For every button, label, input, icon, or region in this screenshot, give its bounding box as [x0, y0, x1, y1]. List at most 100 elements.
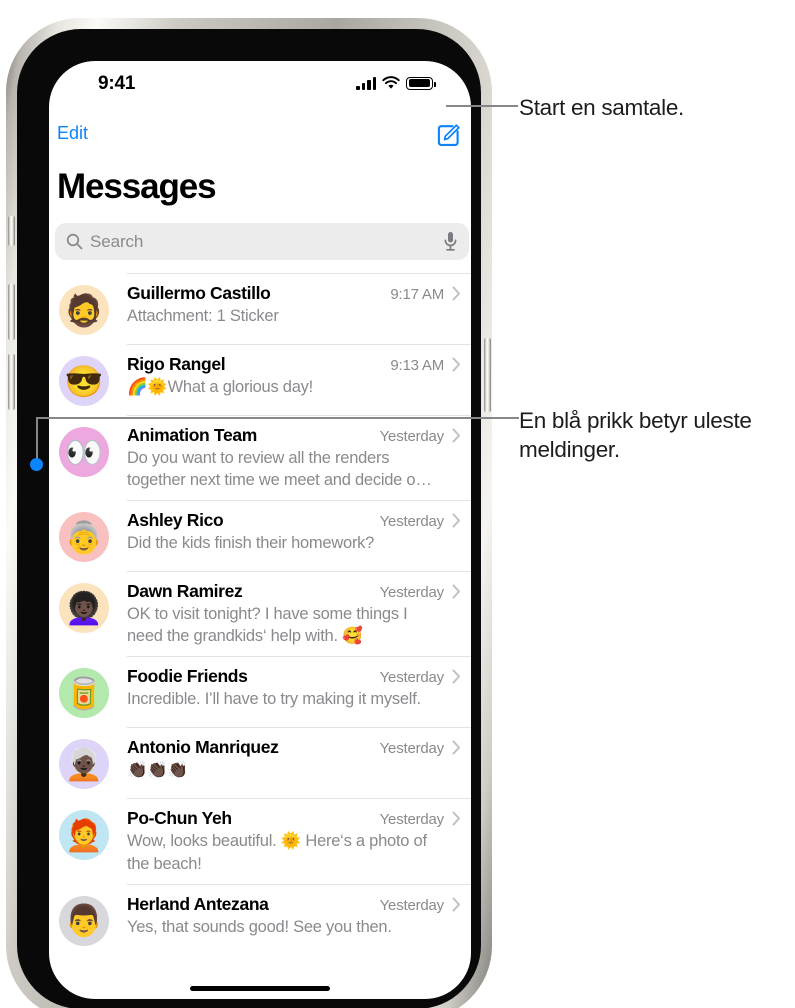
chevron-right-icon: [452, 811, 460, 826]
unread-blue-dot-marker: [30, 458, 43, 471]
avatar: 👨: [59, 895, 109, 946]
timestamp: Yesterday: [379, 740, 445, 758]
chevron-right-icon: [452, 513, 460, 528]
iphone-bezel: 9:41 Edit Messages Search 🧔 Guillermo Ca…: [17, 29, 481, 1008]
contact-name: Antonio Manriquez: [127, 737, 279, 758]
chevron-right-icon: [452, 357, 460, 372]
avatar: 🥫: [59, 668, 109, 719]
callout-leader-line-2-vertical: [36, 417, 38, 464]
chevron-right-icon: [452, 669, 460, 684]
page-title: Messages: [57, 167, 217, 206]
conversation-body: Rigo Rangel 9:13 AM 🌈🌞What a glorious day!: [127, 353, 461, 398]
chevron-right-icon: [452, 897, 460, 912]
conversation-row[interactable]: 🧑🏿‍🦳 Antonio Manriquez Yesterday 👏🏿👏🏿👏🏿: [49, 727, 471, 798]
chevron-right-icon: [452, 740, 460, 755]
timestamp: Yesterday: [379, 896, 445, 914]
timestamp: Yesterday: [379, 584, 445, 602]
status-bar: 9:41: [49, 61, 471, 113]
timestamp: Yesterday: [379, 513, 445, 531]
avatar: 🧔: [59, 285, 109, 335]
contact-name: Ashley Rico: [127, 510, 224, 531]
callout-label-unread: En blå prikk betyr uleste meldinger.: [519, 408, 752, 463]
message-preview: Wow, looks beautiful. 🌞 Here‘s a photo o…: [127, 832, 427, 873]
iphone-screen: 9:41 Edit Messages Search 🧔 Guillermo Ca…: [49, 61, 471, 999]
iphone-device-frame: 9:41 Edit Messages Search 🧔 Guillermo Ca…: [6, 18, 492, 1008]
chevron-right-icon: [452, 428, 460, 443]
conversation-header: Foodie Friends Yesterday: [127, 666, 461, 687]
timestamp: 9:13 AM: [390, 357, 444, 374]
conversation-row[interactable]: 👵 Ashley Rico Yesterday Did the kids finish…: [49, 500, 471, 571]
conversation-body: Herland Antezana Yesterday Yes, that sound…: [127, 893, 461, 938]
message-preview: Attachment: 1 Sticker: [127, 307, 279, 325]
message-preview: 👏🏿👏🏿👏🏿: [127, 761, 188, 780]
avatar: 👀: [59, 427, 109, 477]
status-bar-indicators: [356, 76, 436, 90]
contact-name: Rigo Rangel: [127, 354, 226, 374]
conversation-header: Herland Antezana Yesterday: [127, 894, 461, 915]
wifi-icon: [382, 76, 400, 89]
contact-name: Guillermo Castillo: [127, 283, 271, 303]
conversation-header: Antonio Manriquez Yesterday: [127, 737, 461, 758]
screenshot-root: 9:41 Edit Messages Search 🧔 Guillermo Ca…: [0, 0, 795, 1008]
contact-name: Po-Chun Yeh: [127, 808, 232, 829]
status-bar-clock: 9:41: [98, 73, 136, 94]
search-icon: [66, 233, 83, 250]
side-power-button[interactable]: [484, 338, 491, 412]
timestamp: Yesterday: [379, 428, 445, 445]
message-preview: Do you want to review all the renders to…: [127, 449, 432, 490]
conversation-header: Ashley Rico Yesterday: [127, 510, 461, 531]
chevron-right-icon: [452, 584, 460, 599]
contact-name: Dawn Ramirez: [127, 581, 243, 602]
callout-label-compose: Start en samtale.: [519, 95, 684, 120]
conversation-body: Dawn Ramirez Yesterday OK to visit tonight…: [127, 580, 461, 647]
conversation-row[interactable]: 🧔 Guillermo Castillo 9:17 AM Attachment: 1 …: [49, 273, 471, 344]
timestamp: 9:17 AM: [390, 286, 444, 303]
microphone-icon[interactable]: [443, 231, 458, 252]
avatar: 🧑‍🦰: [59, 810, 109, 861]
message-preview: OK to visit tonight? I have some things …: [127, 605, 408, 646]
callout-leader-line-2-horizontal: [36, 417, 519, 419]
search-placeholder: Search: [90, 231, 144, 251]
avatar: 😎: [59, 356, 109, 406]
callout-leader-line-1: [446, 105, 518, 107]
contact-name: Animation Team: [127, 425, 257, 445]
conversation-row[interactable]: 👀 Animation Team Yesterday Do you want to r…: [49, 415, 471, 500]
edit-button[interactable]: Edit: [57, 123, 88, 144]
timestamp: Yesterday: [379, 811, 445, 829]
conversation-row[interactable]: 👩🏿‍🦱 Dawn Ramirez Yesterday OK to visit ton…: [49, 571, 471, 656]
conversation-body: Foodie Friends Yesterday Incredible. I’ll …: [127, 665, 461, 710]
conversation-body: Antonio Manriquez Yesterday 👏🏿👏🏿👏🏿: [127, 736, 461, 781]
timestamp: Yesterday: [379, 669, 445, 687]
message-preview: Incredible. I’ll have to try making it m…: [127, 690, 421, 709]
navigation-bar: Edit: [49, 113, 471, 159]
conversation-row[interactable]: 🥫 Foodie Friends Yesterday Incredible. I’ll…: [49, 656, 471, 727]
conversation-list[interactable]: 🧔 Guillermo Castillo 9:17 AM Attachment: 1 …: [49, 273, 471, 999]
conversation-header: Po-Chun Yeh Yesterday: [127, 808, 461, 829]
message-preview: 🌈🌞What a glorious day!: [127, 378, 313, 396]
search-input[interactable]: Search: [55, 223, 469, 260]
contact-name: Herland Antezana: [127, 893, 269, 914]
volume-up-button[interactable]: [8, 284, 15, 340]
conversation-header: Guillermo Castillo 9:17 AM: [127, 283, 461, 304]
conversation-header: Dawn Ramirez Yesterday: [127, 581, 461, 602]
avatar: 👵: [59, 512, 109, 563]
volume-down-button[interactable]: [8, 354, 15, 410]
conversation-body: Guillermo Castillo 9:17 AM Attachment: 1 S…: [127, 282, 461, 327]
mute-switch-button[interactable]: [8, 216, 15, 246]
conversation-row[interactable]: 👨 Herland Antezana Yesterday Yes, that soun…: [49, 883, 471, 955]
contact-name: Foodie Friends: [127, 666, 248, 687]
conversation-body: Animation Team Yesterday Do you want to re…: [127, 424, 461, 491]
chevron-right-icon: [452, 286, 460, 301]
conversation-body: Po-Chun Yeh Yesterday Wow, looks beautiful…: [127, 807, 461, 874]
conversation-body: Ashley Rico Yesterday Did the kids finish …: [127, 509, 461, 554]
conversation-row[interactable]: 😎 Rigo Rangel 9:13 AM 🌈🌞What a glorious day…: [49, 344, 471, 415]
message-preview: Did the kids finish their homework?: [127, 534, 375, 553]
message-preview: Yes, that sounds good! See you then.: [127, 917, 392, 936]
compose-icon[interactable]: [436, 123, 461, 148]
home-indicator[interactable]: [190, 986, 330, 991]
conversation-row[interactable]: 🧑‍🦰 Po-Chun Yeh Yesterday Wow, looks beauti…: [49, 798, 471, 883]
battery-icon: [406, 76, 436, 90]
avatar: 👩🏿‍🦱: [59, 583, 109, 634]
avatar: 🧑🏿‍🦳: [59, 739, 109, 790]
cellular-signal-icon: [356, 76, 376, 90]
